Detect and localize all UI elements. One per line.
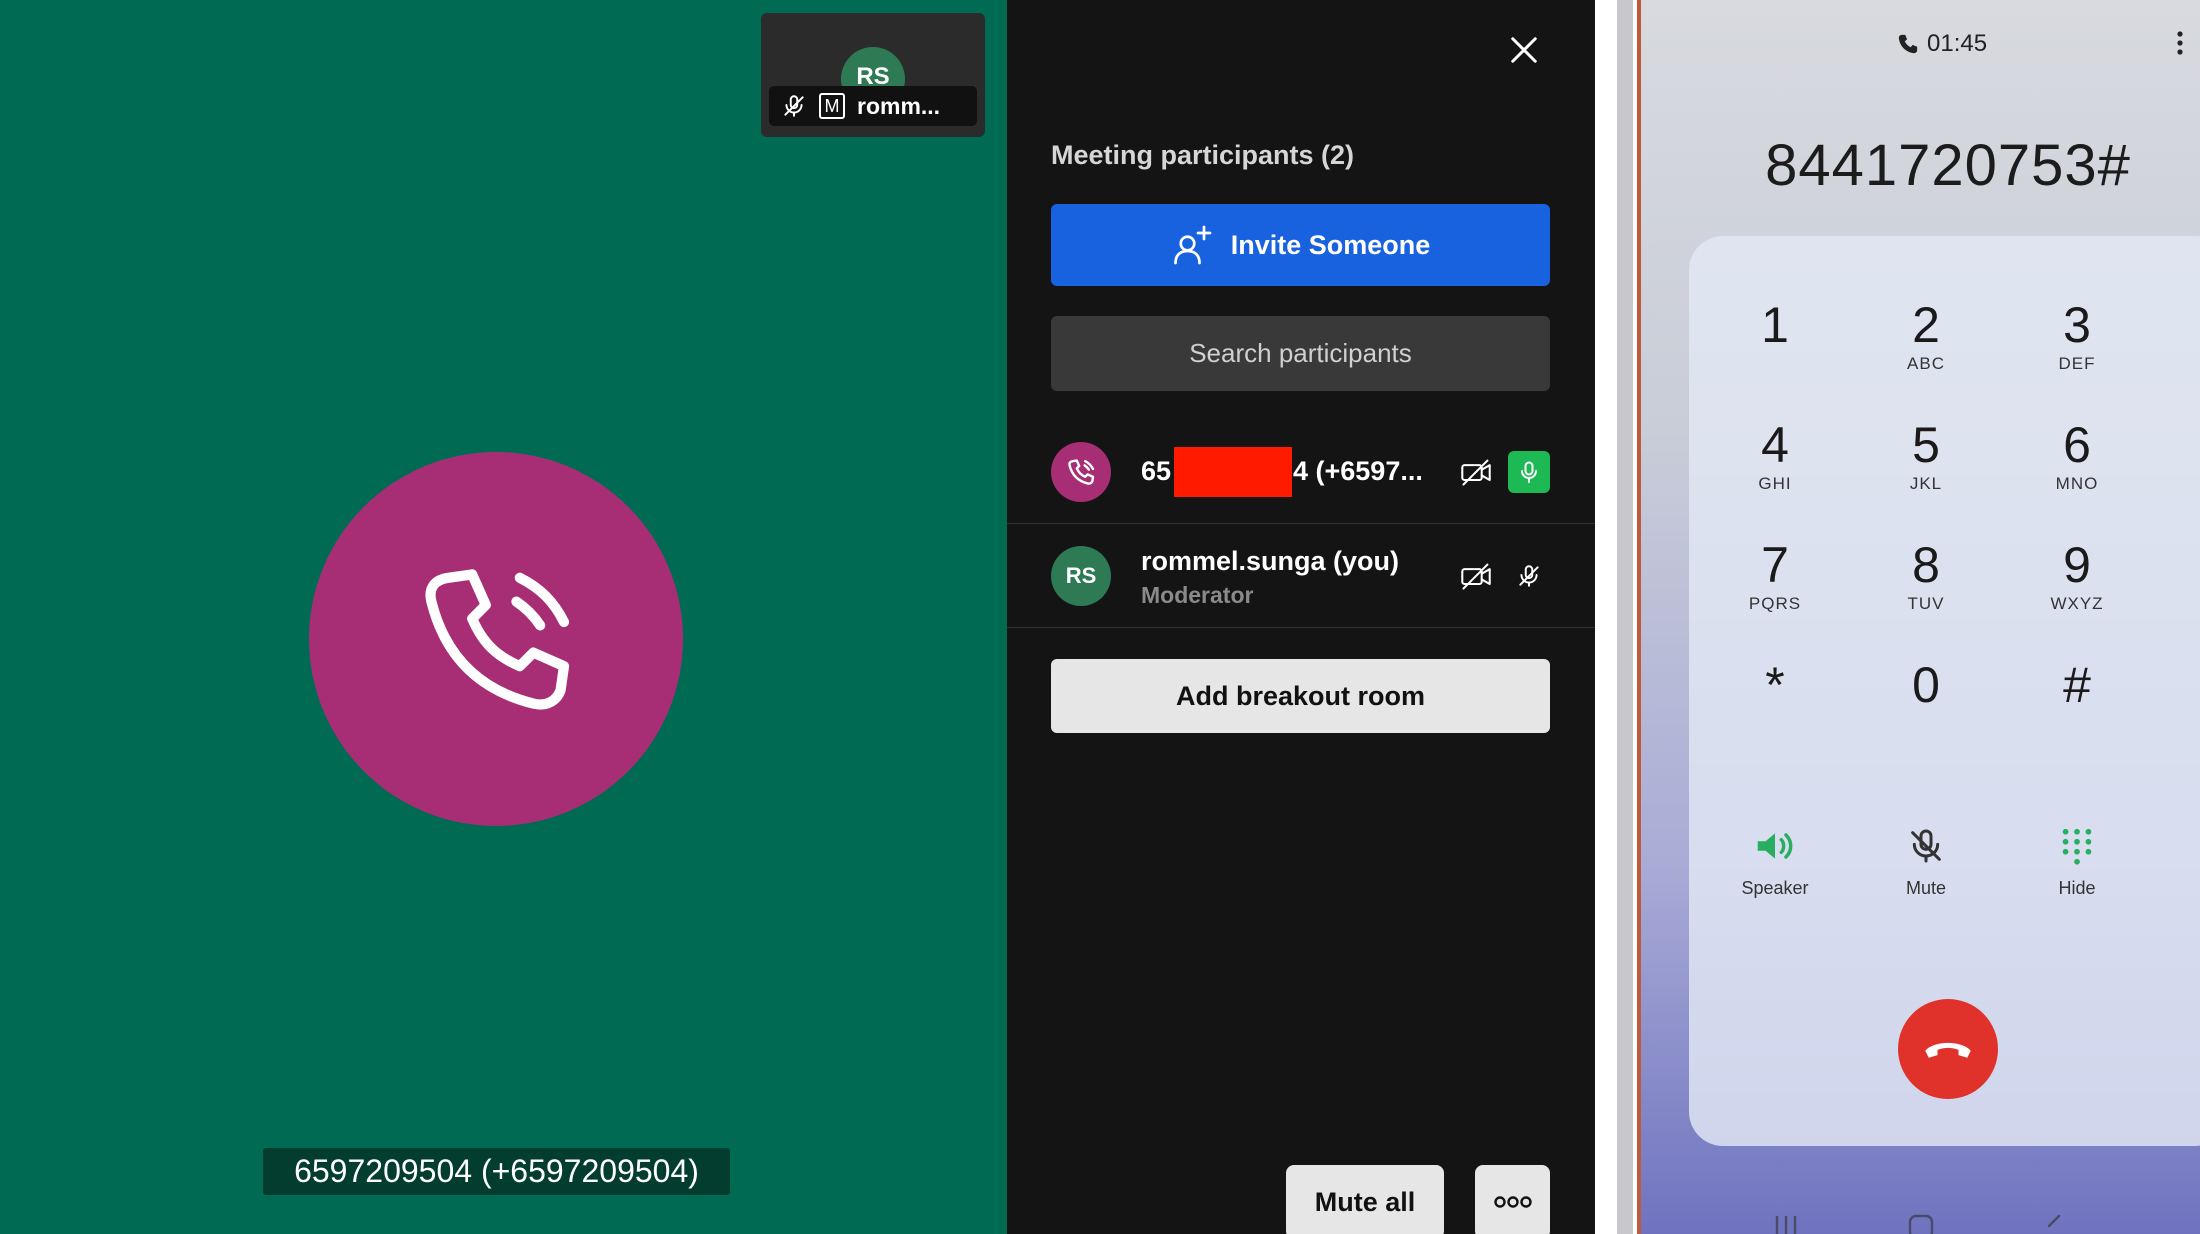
keypad-key-3[interactable]: 3 DEF — [2007, 296, 2147, 406]
keypad-key-8[interactable]: 8 TUV — [1856, 536, 1996, 646]
keypad-key-9[interactable]: 9 WXYZ — [2007, 536, 2147, 646]
key-letters: GHI — [1758, 474, 1792, 493]
speaker-button[interactable]: Speaker — [1705, 826, 1845, 926]
key-digit: 4 — [1761, 417, 1789, 473]
self-tile-status-bar: M romm... — [769, 86, 977, 126]
more-options-icon — [1493, 1196, 1532, 1208]
mute-label: Mute — [1905, 878, 1947, 898]
keypad-key-5[interactable]: 5 JKL — [1856, 416, 1996, 526]
back-icon[interactable] — [2041, 1214, 2065, 1234]
key-letters: MNO — [2055, 474, 2099, 493]
key-letters: DEF — [2058, 354, 2096, 373]
keypad-grid-icon — [2062, 828, 2092, 865]
key-digit: * — [1765, 657, 1785, 713]
dialed-number: 8441720753# — [1765, 133, 2131, 198]
call-timer-text: 01:45 — [1927, 30, 1988, 57]
panel-title: Meeting participants (2) — [1051, 140, 1355, 170]
hide-keypad-button[interactable]: Hide — [2007, 826, 2147, 926]
participant-row[interactable]: RS rommel.sunga (you) Moderator — [1007, 524, 1595, 628]
camera-status[interactable] — [1458, 558, 1494, 594]
mute-button[interactable]: Mute — [1856, 826, 1996, 926]
participant-avatar — [1051, 441, 1111, 502]
camera-status[interactable] — [1458, 454, 1494, 490]
speaker-icon — [1757, 833, 1793, 859]
participants-panel: Meeting participants (2) Invite Someone … — [1007, 0, 1595, 1234]
key-digit: 1 — [1761, 297, 1789, 353]
keypad-key-1[interactable]: 1 — [1705, 296, 1845, 406]
key-digit: # — [2063, 657, 2091, 713]
phone-dialer-screen: 01:45 8441720753# 1 2 ABC 3 DEF 4 GHI 5 … — [1641, 0, 2200, 1234]
video-stage: 6597209504 (+6597209504) RS M romm... — [0, 0, 1007, 1234]
keypad-key-hash[interactable]: # — [2007, 656, 2147, 766]
key-letters: TUV — [1907, 594, 1945, 613]
camera-off-icon — [1461, 459, 1491, 486]
mic-off-icon — [1911, 829, 1941, 863]
mic-off-icon — [1519, 564, 1539, 587]
participant-name-suffix: 4 (+6597... — [1293, 456, 1423, 486]
key-digit: 7 — [1761, 537, 1789, 593]
window-divider — [1617, 0, 1633, 1234]
keypad-key-6[interactable]: 6 MNO — [2007, 416, 2147, 526]
key-letters: JKL — [1909, 474, 1943, 493]
self-tile-name: romm... — [857, 92, 941, 119]
mic-status-button[interactable] — [1508, 450, 1550, 493]
key-digit: 8 — [1912, 537, 1940, 593]
invite-button-label: Invite Someone — [1230, 229, 1431, 260]
participant-row[interactable]: 65 4 (+6597... — [1007, 420, 1595, 524]
end-call-icon — [1925, 1042, 1971, 1058]
key-digit: 9 — [2063, 537, 2091, 593]
hide-label: Hide — [2058, 878, 2096, 898]
key-digit: 3 — [2063, 297, 2091, 353]
key-digit: 5 — [1912, 417, 1940, 473]
recent-apps-icon[interactable] — [1771, 1214, 1801, 1234]
mute-all-button[interactable]: Mute all — [1286, 1165, 1444, 1234]
speaker-label: Speaker — [1741, 878, 1809, 898]
keypad-key-star[interactable]: * — [1705, 656, 1845, 766]
key-digit: 2 — [1912, 297, 1940, 353]
key-digit: 6 — [2063, 417, 2091, 473]
caller-name-caption: 6597209504 (+6597209504) — [263, 1148, 730, 1195]
keypad-key-7[interactable]: 7 PQRS — [1705, 536, 1845, 646]
invite-someone-button[interactable]: Invite Someone — [1051, 204, 1550, 286]
key-letters: PQRS — [1748, 594, 1802, 613]
keypad-key-0[interactable]: 0 — [1856, 656, 1996, 766]
phone-icon — [1898, 34, 1918, 54]
participant-role: Moderator — [1141, 582, 1254, 608]
key-letters: WXYZ — [2050, 594, 2104, 613]
mic-on-icon — [1521, 461, 1537, 483]
overflow-menu-icon[interactable] — [2175, 30, 2185, 56]
redaction-block — [1174, 446, 1292, 497]
home-icon[interactable] — [1907, 1214, 1935, 1234]
close-icon — [1511, 37, 1537, 63]
add-person-icon — [1173, 225, 1212, 265]
close-button[interactable] — [1504, 30, 1544, 70]
self-video-tile[interactable]: RS M romm... — [761, 13, 985, 137]
participant-name-prefix: 65 — [1141, 456, 1172, 486]
keypad-key-2[interactable]: 2 ABC — [1856, 296, 1996, 406]
add-breakout-room-button[interactable]: Add breakout room — [1051, 659, 1550, 733]
camera-off-icon — [1461, 563, 1491, 590]
mic-off-icon — [784, 95, 804, 117]
search-participants-input[interactable]: Search participants — [1051, 316, 1550, 391]
key-digit: 0 — [1912, 657, 1940, 713]
participant-name: rommel.sunga (you) — [1141, 546, 1400, 576]
mic-status-button[interactable] — [1508, 555, 1550, 597]
phone-call-icon — [1068, 458, 1095, 485]
keypad-key-4[interactable]: 4 GHI — [1705, 416, 1845, 526]
moderator-badge: M — [819, 93, 845, 119]
avatar: RS — [1051, 545, 1111, 606]
call-timer: 01:45 — [1897, 30, 1987, 58]
more-options-button[interactable] — [1475, 1165, 1550, 1234]
phone-call-icon — [425, 569, 570, 710]
key-letters: ABC — [1907, 354, 1945, 373]
caller-avatar — [309, 452, 683, 826]
end-call-button[interactable] — [1898, 999, 1998, 1099]
